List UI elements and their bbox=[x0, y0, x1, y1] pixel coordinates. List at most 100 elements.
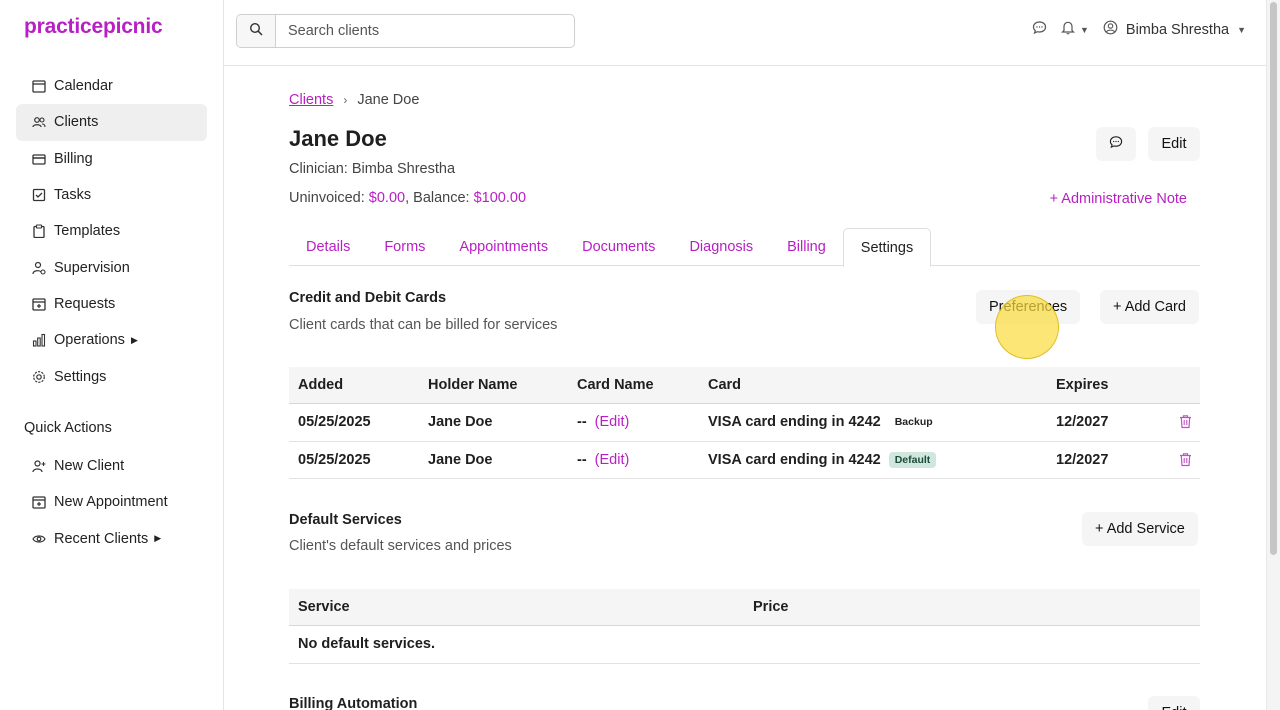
topbar: ▼ Bimba Shrestha ▼ bbox=[224, 0, 1266, 66]
breadcrumb: Clients › Jane Doe bbox=[289, 92, 419, 108]
sidebar-item-requests[interactable]: Requests bbox=[16, 286, 207, 322]
add-card-button[interactable]: + Add Card bbox=[1100, 290, 1199, 324]
user-name: Bimba Shrestha bbox=[1125, 21, 1230, 38]
tab-billing[interactable]: Billing bbox=[770, 228, 843, 266]
user-avatar-icon bbox=[1103, 20, 1118, 39]
services-table: Service Price No default services. bbox=[289, 589, 1200, 664]
sidebar-item-label: Templates bbox=[54, 223, 121, 240]
bar-chart-icon bbox=[32, 333, 46, 347]
app-logo[interactable]: practicepicnic bbox=[24, 15, 163, 39]
balance-amount: $100.00 bbox=[473, 190, 527, 206]
sidebar-item-clients[interactable]: Clients bbox=[16, 104, 207, 141]
chevron-down-icon: ▼ bbox=[1079, 24, 1089, 35]
quick-actions-title: Quick Actions bbox=[24, 420, 112, 436]
breadcrumb-current: Jane Doe bbox=[357, 92, 420, 108]
quick-action-recent-clients[interactable]: Recent Clients ▶ bbox=[16, 521, 207, 557]
balance-summary: Uninvoiced: $0.00, Balance: $100.00 bbox=[289, 190, 526, 206]
sidebar-item-label: Requests bbox=[54, 295, 116, 312]
card-name-value: -- bbox=[577, 451, 587, 468]
cell-added: 05/25/2025 bbox=[298, 414, 371, 431]
search-input[interactable] bbox=[276, 15, 574, 47]
column-header-price: Price bbox=[753, 599, 789, 615]
empty-services-message: No default services. bbox=[298, 636, 435, 653]
sidebar-item-settings[interactable]: Settings bbox=[16, 358, 207, 394]
sidebar-item-billing[interactable]: Billing bbox=[16, 141, 207, 177]
cell-card-name: -- (Edit) bbox=[577, 442, 629, 479]
quick-action-new-client[interactable]: New Client bbox=[16, 448, 207, 484]
eye-icon bbox=[32, 532, 46, 546]
card-description: VISA card ending in 4242 bbox=[708, 451, 881, 468]
quick-action-label: New Appointment bbox=[54, 494, 168, 511]
tab-details[interactable]: Details bbox=[289, 228, 367, 266]
add-administrative-note-link[interactable]: + Administrative Note bbox=[1050, 191, 1187, 207]
gear-icon bbox=[32, 370, 46, 384]
cards-section-subtitle: Client cards that can be billed for serv… bbox=[289, 317, 558, 333]
bell-icon bbox=[1061, 20, 1075, 39]
user-menu[interactable]: Bimba Shrestha ▼ bbox=[1103, 20, 1246, 39]
balance-label: , Balance: bbox=[405, 190, 474, 206]
edit-card-name-link[interactable]: (Edit) bbox=[595, 452, 630, 468]
tab-forms[interactable]: Forms bbox=[367, 228, 442, 266]
edit-client-button[interactable]: Edit bbox=[1148, 127, 1200, 161]
sidebar: practicepicnic Calendar Clients Billing … bbox=[0, 0, 224, 710]
sidebar-item-templates[interactable]: Templates bbox=[16, 213, 207, 249]
topbar-actions: ▼ Bimba Shrestha ▼ bbox=[1032, 20, 1246, 39]
tab-appointments[interactable]: Appointments bbox=[442, 228, 565, 266]
trash-icon[interactable] bbox=[1179, 452, 1192, 471]
message-button[interactable] bbox=[1096, 127, 1136, 161]
sidebar-item-operations[interactable]: Operations ▶ bbox=[16, 322, 207, 358]
cards-section-title: Credit and Debit Cards bbox=[289, 290, 447, 306]
breadcrumb-link-clients[interactable]: Clients bbox=[289, 92, 333, 108]
automation-edit-button[interactable]: Edit bbox=[1148, 696, 1200, 710]
clinician-text: Clinician: Bimba Shrestha bbox=[289, 161, 456, 177]
calendar-plus-icon bbox=[32, 495, 46, 510]
cell-holder: Jane Doe bbox=[428, 451, 493, 468]
sidebar-item-tasks[interactable]: Tasks bbox=[16, 177, 207, 213]
column-header-holder: Holder Name bbox=[428, 377, 518, 393]
quick-action-new-appointment[interactable]: New Appointment bbox=[16, 484, 207, 520]
chat-icon[interactable] bbox=[1032, 20, 1047, 39]
uninvoiced-amount: $0.00 bbox=[368, 190, 406, 206]
chat-icon bbox=[1109, 135, 1123, 153]
scrollbar-thumb[interactable] bbox=[1270, 2, 1277, 555]
tab-settings[interactable]: Settings bbox=[842, 228, 932, 267]
search-icon bbox=[249, 22, 263, 41]
clipboard-icon bbox=[32, 224, 46, 239]
add-service-button[interactable]: + Add Service bbox=[1082, 512, 1198, 546]
cell-card: VISA card ending in 4242 Backup bbox=[708, 404, 939, 441]
sidebar-item-label: Operations bbox=[54, 332, 125, 349]
credit-card-icon bbox=[32, 152, 46, 166]
trash-icon[interactable] bbox=[1179, 414, 1192, 433]
tab-documents[interactable]: Documents bbox=[565, 228, 672, 266]
column-header-card: Card bbox=[708, 377, 742, 393]
preferences-button[interactable]: Preferences bbox=[976, 290, 1081, 324]
card-description: VISA card ending in 4242 bbox=[708, 414, 881, 431]
cell-card-name: -- (Edit) bbox=[577, 404, 629, 441]
calendar-plus-icon bbox=[32, 297, 46, 311]
column-header-card-name: Card Name bbox=[577, 377, 654, 393]
automation-section-title: Billing Automation bbox=[289, 696, 418, 710]
table-row: No default services. bbox=[289, 626, 1200, 664]
user-supervision-icon bbox=[32, 261, 46, 275]
backup-badge: Backup bbox=[894, 416, 933, 429]
chevron-right-icon: › bbox=[343, 93, 348, 107]
column-header-expires: Expires bbox=[1056, 377, 1109, 393]
quick-action-label: New Client bbox=[54, 458, 125, 475]
notifications-button[interactable]: ▼ bbox=[1061, 20, 1089, 39]
quick-action-label: Recent Clients bbox=[54, 530, 149, 547]
users-icon bbox=[32, 115, 46, 129]
edit-card-name-link[interactable]: (Edit) bbox=[595, 414, 630, 430]
cell-added: 05/25/2025 bbox=[298, 451, 371, 468]
calendar-icon bbox=[32, 79, 46, 93]
page-scrollbar[interactable] bbox=[1266, 0, 1280, 710]
chevron-down-icon: ▼ bbox=[1237, 24, 1246, 35]
search-button[interactable] bbox=[237, 15, 276, 47]
sidebar-item-supervision[interactable]: Supervision bbox=[16, 249, 207, 285]
cell-card: VISA card ending in 4242 Default bbox=[708, 442, 937, 479]
caret-right-icon: ▶ bbox=[154, 533, 162, 544]
quick-actions: New Client New Appointment Recent Client… bbox=[16, 448, 207, 557]
sidebar-item-label: Clients bbox=[54, 114, 99, 131]
sidebar-item-label: Supervision bbox=[54, 259, 130, 276]
tab-diagnosis[interactable]: Diagnosis bbox=[672, 228, 770, 266]
sidebar-item-calendar[interactable]: Calendar bbox=[16, 68, 207, 104]
